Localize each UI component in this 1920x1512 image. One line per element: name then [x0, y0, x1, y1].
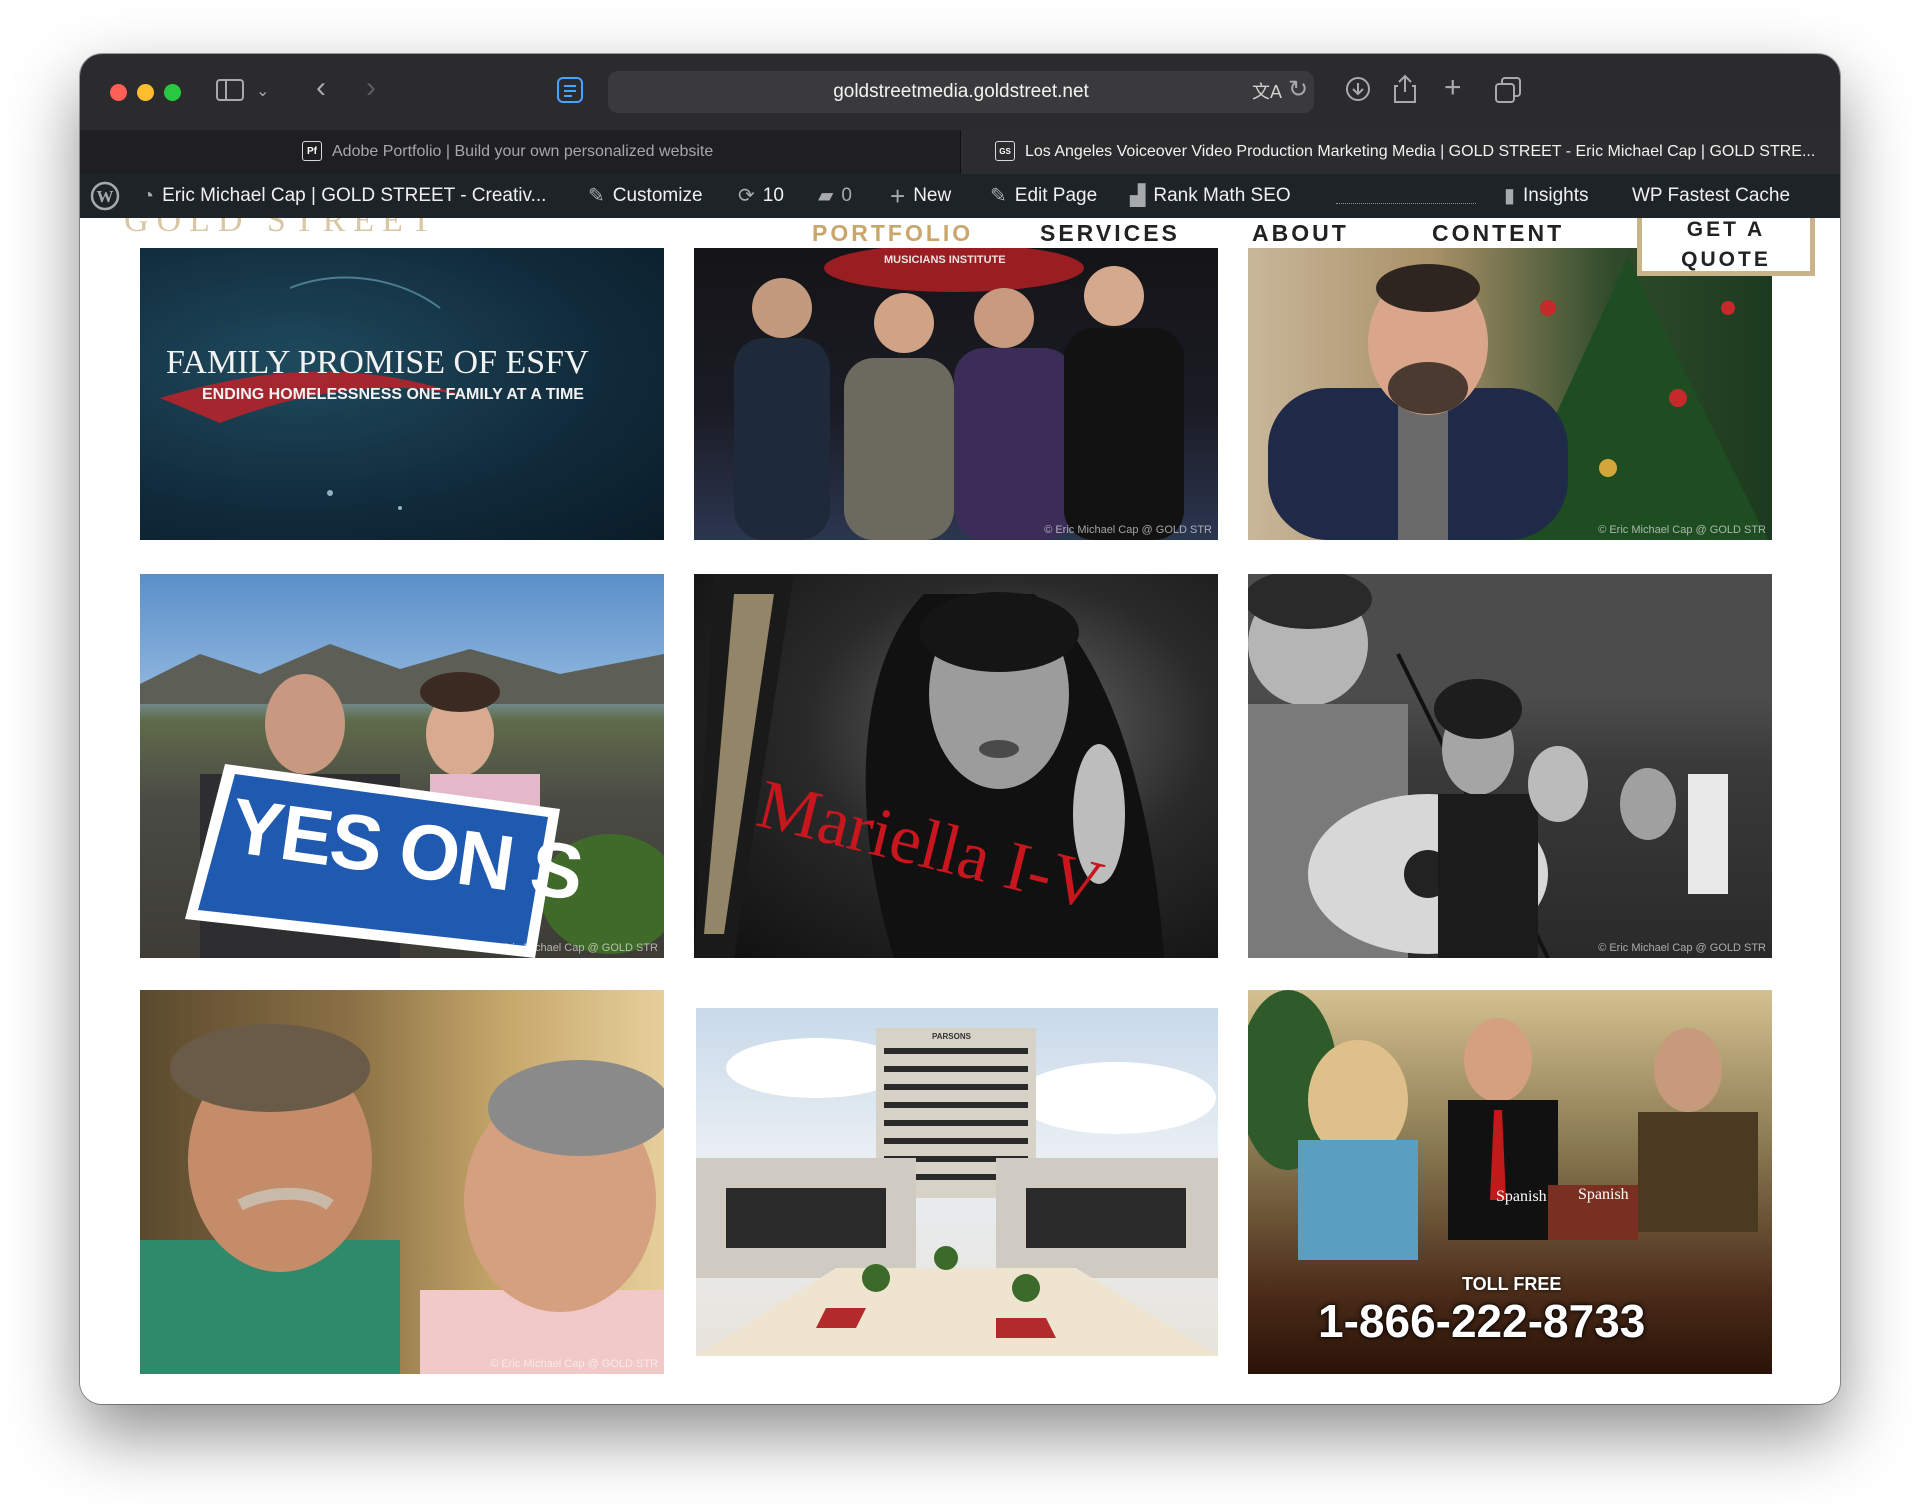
bar-chart-icon: ▮	[1504, 185, 1516, 207]
edit-page-link[interactable]: ✎ Edit Page	[990, 174, 1097, 218]
wp-fastest-cache-label: WP Fastest Cache	[1632, 185, 1791, 206]
close-window-button[interactable]	[110, 84, 127, 101]
comments-link[interactable]: ▰ 0	[818, 174, 852, 218]
building-sign: PARSONS	[932, 1032, 971, 1041]
new-content-menu[interactable]: + New	[890, 174, 951, 218]
forward-icon[interactable]: ›	[366, 73, 376, 103]
updates-link[interactable]: ⟳ 10	[738, 174, 784, 218]
customize-label: Customize	[612, 185, 703, 207]
family-promise-title: FAMILY PROMISE OF ESFV	[166, 344, 589, 381]
site-header: GOLD STREET PORTFOLIO SERVICES ABOUT CON…	[80, 218, 1840, 248]
download-icon[interactable]	[1344, 75, 1372, 108]
rank-math-menu[interactable]: ▟ Rank Math SEO	[1130, 174, 1291, 218]
comments-count: 0	[841, 185, 852, 207]
updates-icon: ⟳	[738, 185, 755, 207]
portfolio-item-holiday-portrait[interactable]: © Eric Michael Cap @ GOLD STR	[1248, 248, 1772, 540]
new-label: New	[913, 185, 952, 207]
phone-number: 1-866-222-8733	[1318, 1295, 1646, 1347]
rank-math-label: Rank Math SEO	[1153, 185, 1291, 207]
photo-credit: © Eric Michael Cap @ GOLD STR	[1598, 942, 1766, 954]
site-logo[interactable]: GOLD STREET	[124, 218, 440, 240]
plus-icon: +	[890, 181, 906, 211]
browser-window: ⌄ ‹ › goldstreetmedia.goldstreet.net 文A …	[80, 54, 1840, 1404]
insights-menu[interactable]: ▮ Insights	[1504, 174, 1589, 218]
wp-admin-bar: W ◔ Eric Michael Cap | GOLD STREET - Crea…	[80, 174, 1840, 218]
wp-fastest-cache-menu[interactable]: WP Fastest Cache	[1632, 174, 1790, 218]
nav-about[interactable]: ABOUT	[1252, 220, 1349, 247]
portfolio-item-tv-spot[interactable]: Spanish Spanish TOLL FREE 1-866-222-8733	[1248, 990, 1772, 1374]
get-a-quote-button[interactable]: GET A QUOTE	[1637, 218, 1815, 276]
gold-street-favicon: GS	[995, 141, 1015, 161]
tab-label: Adobe Portfolio | Build your own persona…	[332, 143, 714, 160]
nav-services[interactable]: SERVICES	[1040, 220, 1180, 247]
portfolio-item-mariella[interactable]: Mariella I-V	[694, 574, 1218, 958]
nav-portfolio[interactable]: PORTFOLIO	[812, 220, 973, 247]
brush-icon: ✎	[588, 185, 605, 207]
address-bar[interactable]: goldstreetmedia.goldstreet.net	[608, 71, 1314, 113]
tab-gold-street[interactable]: GS Los Angeles Voiceover Video Productio…	[961, 130, 1840, 174]
url-text: goldstreetmedia.goldstreet.net	[833, 81, 1089, 102]
reload-icon[interactable]: ↻	[1288, 76, 1308, 104]
photo-credit: © Eric Michael Cap @ GOLD STR	[490, 942, 658, 954]
portfolio-item-acoustic-performance[interactable]: © Eric Michael Cap @ GOLD STR	[1248, 574, 1772, 958]
portfolio-item-musicians[interactable]: MUSICIANS INSTITUTE © Eric Michael Cap @…	[694, 248, 1218, 540]
portfolio-item-conversation[interactable]: © Eric Michael Cap @ GOLD STR	[140, 990, 664, 1374]
portfolio-item-family-promise[interactable]: FAMILY PROMISE OF ESFV ENDING HOMELESSNE…	[140, 248, 664, 540]
dashboard-icon: ◔	[142, 185, 155, 207]
tab-label: Los Angeles Voiceover Video Production M…	[1025, 143, 1816, 160]
insights-label: Insights	[1523, 185, 1589, 207]
comment-icon: ▰	[818, 185, 834, 207]
nav-content[interactable]: CONTENT	[1432, 220, 1564, 247]
site-name-menu[interactable]: ◔ Eric Michael Cap | GOLD STREET - Creati…	[142, 174, 546, 218]
toll-free-label: TOLL FREE	[1462, 1274, 1562, 1294]
quote-line-2: QUOTE	[1681, 248, 1771, 271]
banner-text: MUSICIANS INSTITUTE	[884, 254, 1006, 266]
page-content: GOLD STREET PORTFOLIO SERVICES ABOUT CON…	[80, 218, 1840, 1404]
photo-credit: © Eric Michael Cap @ GOLD STR	[490, 1358, 658, 1370]
photo-credit: © Eric Michael Cap @ GOLD STR	[1044, 524, 1212, 536]
chevron-down-icon[interactable]: ⌄	[256, 78, 269, 106]
tab-adobe-portfolio[interactable]: Pf Adobe Portfolio | Build your own pers…	[80, 130, 961, 174]
browser-toolbar: ⌄ ‹ › goldstreetmedia.goldstreet.net 文A …	[80, 54, 1840, 131]
adobe-portfolio-favicon: Pf	[302, 141, 322, 161]
customize-link[interactable]: ✎ Customize	[588, 174, 703, 218]
svg-text:W: W	[97, 187, 114, 206]
portfolio-item-parsons-building[interactable]: PARSONS	[696, 1008, 1218, 1356]
new-tab-icon[interactable]: +	[1444, 73, 1462, 103]
translate-icon[interactable]: 文A	[1252, 78, 1282, 106]
share-icon[interactable]	[1392, 74, 1418, 109]
family-promise-subtitle: ENDING HOMELESSNESS ONE FAMILY AT A TIME	[202, 386, 584, 403]
wordpress-logo-icon[interactable]: W	[90, 174, 120, 218]
pencil-icon: ✎	[990, 185, 1007, 207]
quote-line-1: GET A	[1686, 218, 1766, 241]
minimize-window-button[interactable]	[137, 84, 154, 101]
extension-icon[interactable]	[556, 76, 584, 109]
updates-count: 10	[762, 185, 784, 207]
zoom-window-button[interactable]	[164, 84, 181, 101]
tab-bar: Pf Adobe Portfolio | Build your own pers…	[80, 130, 1840, 174]
spanish-label-1: Spanish	[1496, 1188, 1547, 1205]
site-name-label: Eric Michael Cap | GOLD STREET - Creativ…	[162, 185, 547, 207]
back-icon[interactable]: ‹	[316, 73, 326, 103]
portfolio-item-yes-on-s[interactable]: YES ON S © Eric Michael Cap @ GOLD STR	[140, 574, 664, 958]
photo-credit: © Eric Michael Cap @ GOLD STR	[1598, 524, 1766, 536]
spanish-label-2: Spanish	[1578, 1186, 1629, 1203]
rank-math-icon: ▟	[1130, 185, 1146, 207]
sidebar-toggle-icon[interactable]	[216, 78, 244, 107]
edit-page-label: Edit Page	[1014, 185, 1098, 207]
tab-overview-icon[interactable]	[1494, 76, 1522, 109]
